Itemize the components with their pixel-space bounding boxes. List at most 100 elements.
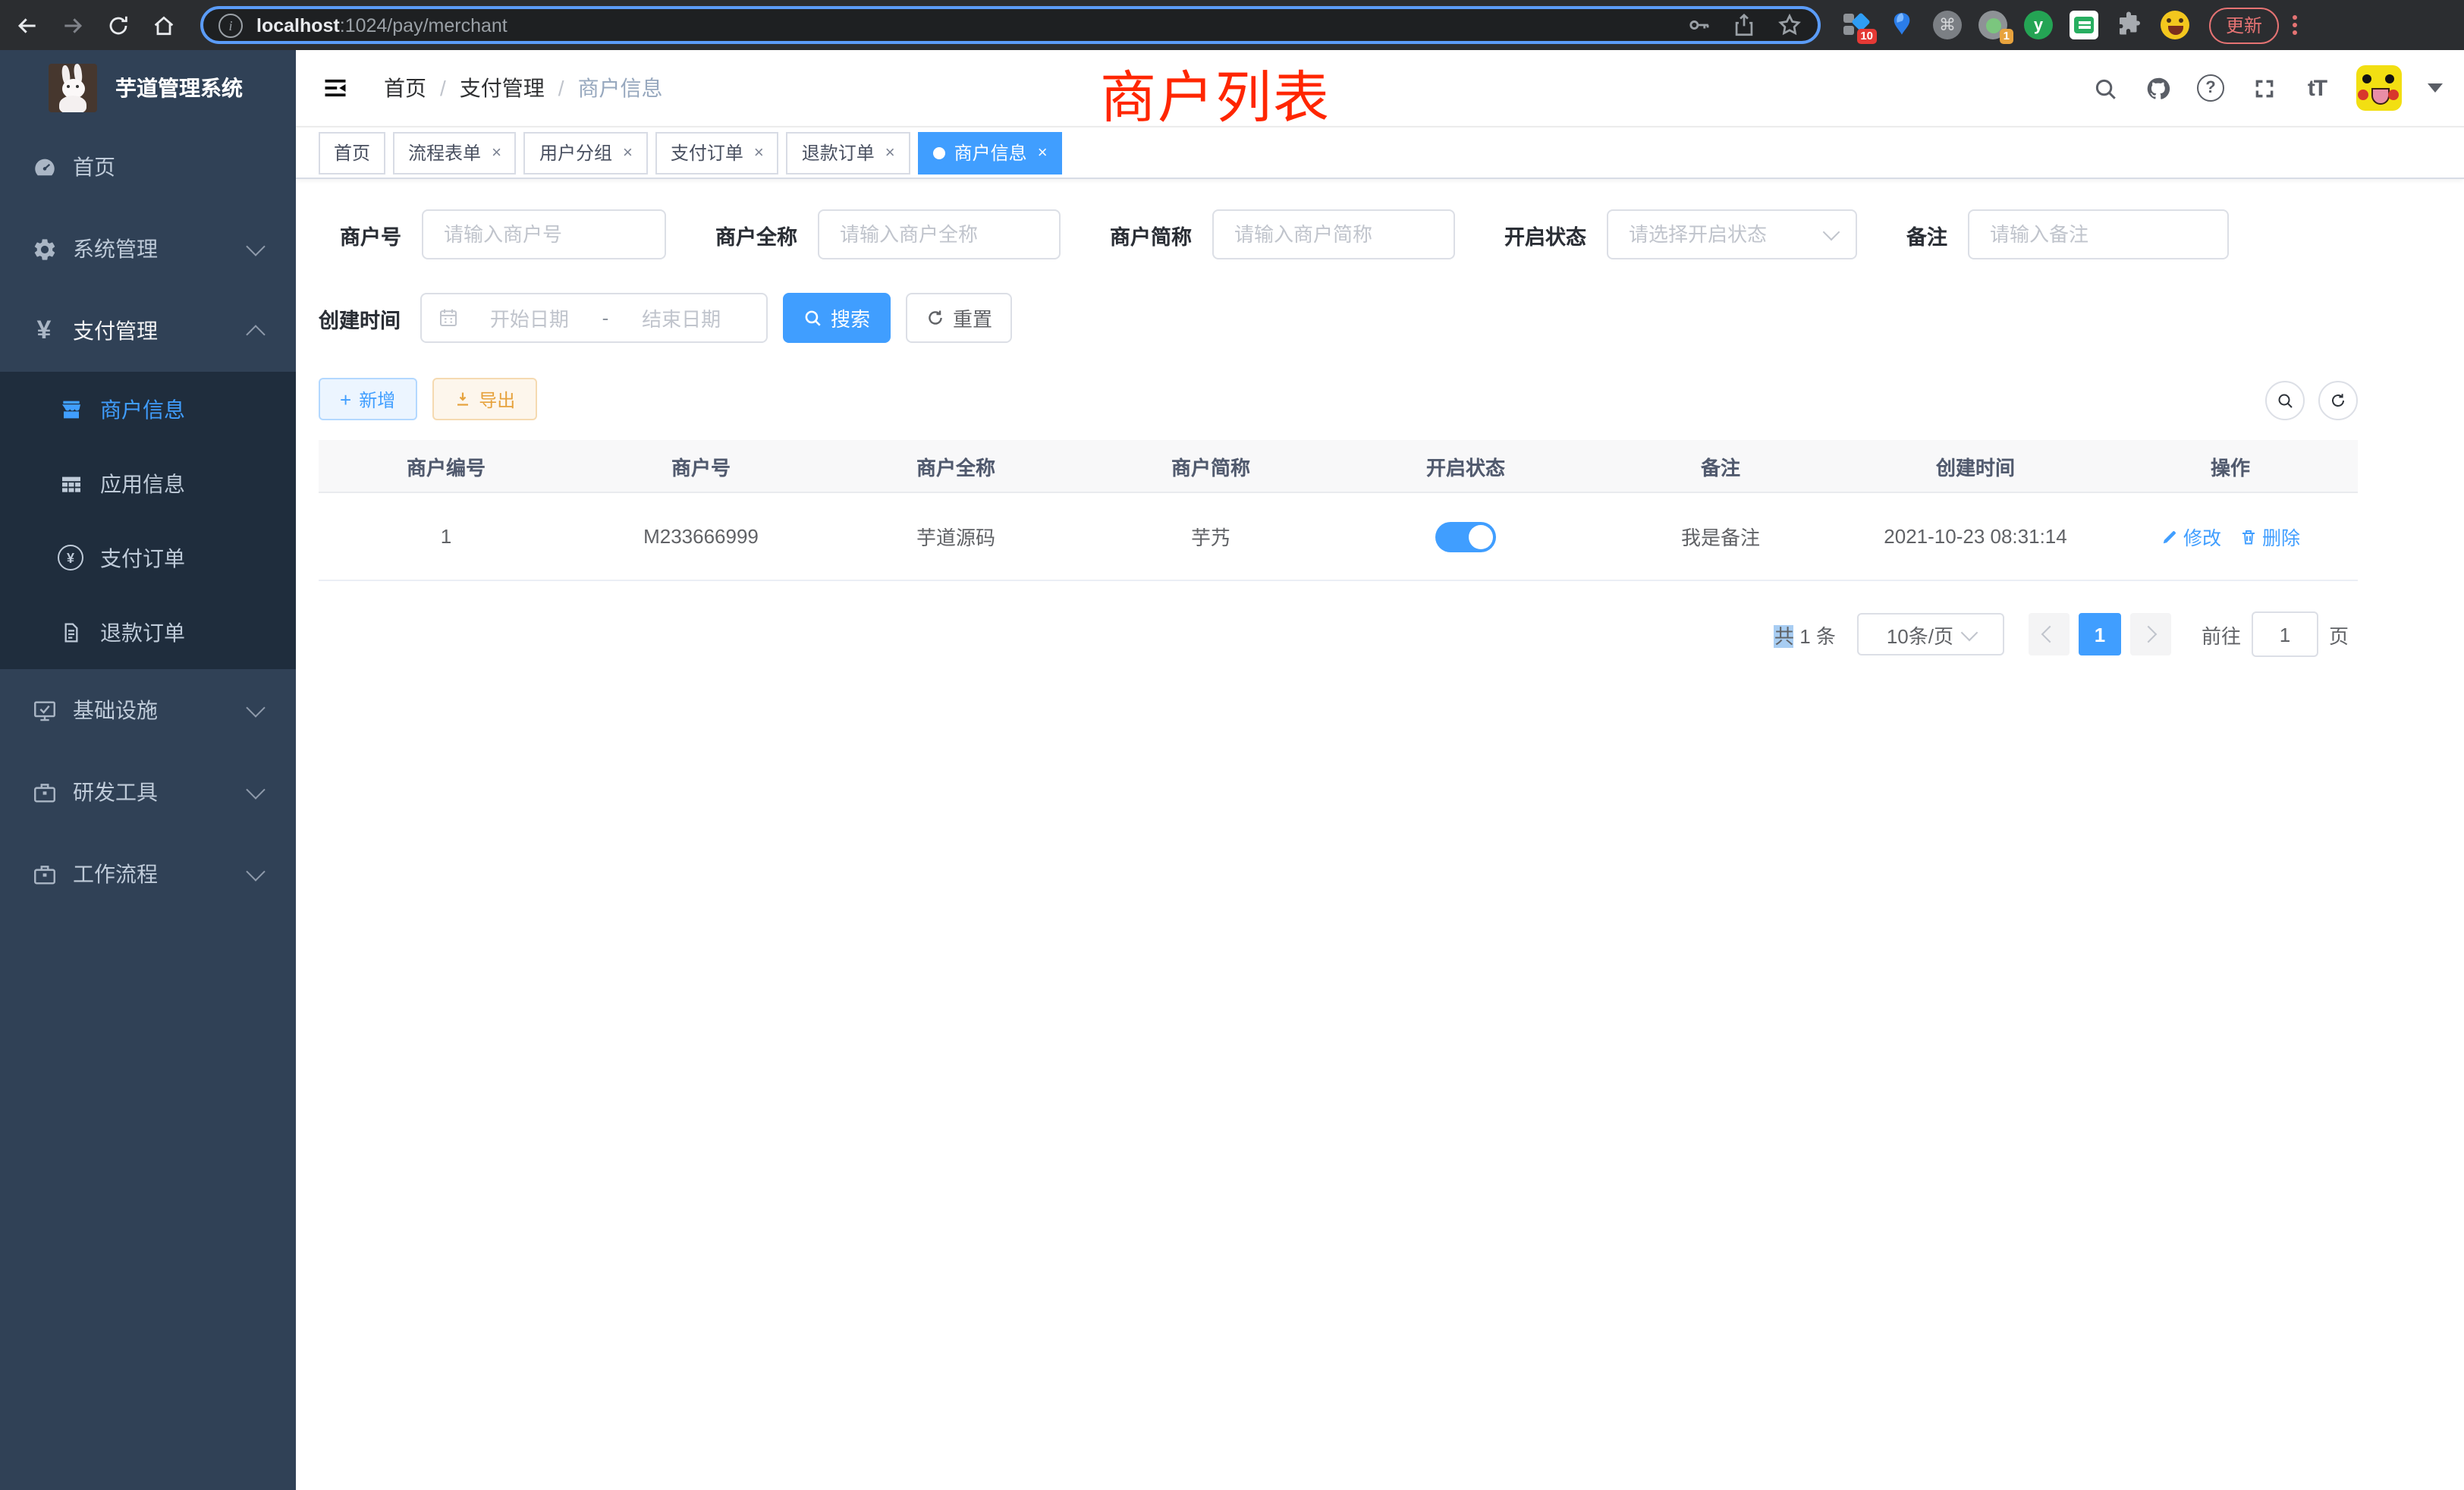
github-icon[interactable] <box>2144 74 2171 102</box>
site-info-icon[interactable]: i <box>218 13 243 37</box>
tab-refund-order[interactable]: 退款订单 × <box>787 131 910 174</box>
browser-back-button[interactable] <box>9 7 46 43</box>
sidebar-item-workflow[interactable]: 工作流程 <box>0 833 296 915</box>
add-button[interactable]: + 新增 <box>319 378 416 420</box>
short-name-field[interactable] <box>1212 209 1454 259</box>
end-date-placeholder[interactable]: 结束日期 <box>611 303 751 332</box>
sidebar-item-refund-order[interactable]: 退款订单 <box>0 595 296 669</box>
full-name-input[interactable] <box>837 222 1040 247</box>
browser-forward-button[interactable] <box>55 7 91 43</box>
sidebar-item-label: 支付订单 <box>100 542 185 573</box>
search-button-label: 搜索 <box>831 303 870 332</box>
full-name-field[interactable] <box>817 209 1060 259</box>
browser-home-button[interactable] <box>146 7 182 43</box>
chevron-right-icon <box>2141 626 2158 643</box>
close-icon[interactable]: × <box>885 143 895 162</box>
page-number-1[interactable]: 1 <box>2079 613 2121 655</box>
delete-link[interactable]: 删除 <box>2239 522 2300 551</box>
short-name-input[interactable] <box>1231 222 1435 247</box>
profile-emoji-avatar[interactable] <box>2161 11 2189 39</box>
extension-gem-icon[interactable] <box>1887 11 1916 39</box>
merchant-no-input[interactable] <box>441 222 646 247</box>
sidebar-item-infra[interactable]: 基础设施 <box>0 669 296 751</box>
url-bar[interactable]: i localhost:1024/pay/merchant <box>200 6 1821 44</box>
sidebar-item-merchant-info[interactable]: 商户信息 <box>0 372 296 446</box>
extension-badge-orange: 1 <box>2000 29 2013 44</box>
sidebar-logo[interactable]: 芋道管理系统 <box>0 50 296 126</box>
status-select[interactable] <box>1606 209 1856 259</box>
sidebar-item-home[interactable]: 首页 <box>0 126 296 208</box>
user-avatar[interactable] <box>2356 65 2402 111</box>
create-time-range-picker[interactable]: 开始日期 - 结束日期 <box>420 293 768 343</box>
tab-label: 支付订单 <box>671 140 743 165</box>
tab-pay-order[interactable]: 支付订单 × <box>655 131 779 174</box>
goto-page-input[interactable] <box>2252 611 2318 657</box>
sidebar-item-app-info[interactable]: 应用信息 <box>0 446 296 520</box>
next-page-button[interactable] <box>2130 613 2171 655</box>
sidebar-item-devtools[interactable]: 研发工具 <box>0 751 296 833</box>
extension-bars-glyph <box>1843 14 1854 36</box>
browser-menu-icon[interactable] <box>2293 14 2297 36</box>
extensions-puzzle-icon[interactable] <box>2115 11 2144 39</box>
remark-input[interactable] <box>1987 222 2208 247</box>
date-separator: - <box>602 306 609 329</box>
prev-page-button[interactable] <box>2029 613 2070 655</box>
close-icon[interactable]: × <box>623 143 633 162</box>
top-navbar: 首页 / 支付管理 / 商户信息 商户列表 ? t <box>296 50 2464 127</box>
extension-recorder-icon[interactable]: 1 <box>1978 11 2007 39</box>
tab-user-group[interactable]: 用户分组 × <box>524 131 648 174</box>
col-header-short-name: 商户简称 <box>1083 451 1338 480</box>
status-toggle[interactable] <box>1435 521 1496 552</box>
reset-button[interactable]: 重置 <box>906 293 1012 343</box>
help-icon[interactable]: ? <box>2197 74 2224 102</box>
tab-merchant-info[interactable]: 商户信息 × <box>918 131 1063 174</box>
breadcrumb-pay[interactable]: 支付管理 <box>460 73 545 103</box>
share-icon[interactable] <box>1731 12 1757 38</box>
screen: i localhost:1024/pay/merchant 10 ⌘ <box>0 0 2464 1490</box>
total-prefix: 共 <box>1774 624 1794 647</box>
edit-link[interactable]: 修改 <box>2161 522 2221 551</box>
chevron-down-icon <box>246 780 265 799</box>
breadcrumb-home[interactable]: 首页 <box>384 73 426 103</box>
gear-icon <box>30 235 58 262</box>
col-header-remark: 备注 <box>1593 451 1848 480</box>
url-text[interactable]: localhost:1024/pay/merchant <box>256 14 1666 36</box>
sidebar-item-label: 基础设施 <box>73 695 158 725</box>
start-date-placeholder[interactable]: 开始日期 <box>460 303 599 332</box>
refresh-button[interactable] <box>2318 381 2358 420</box>
sidebar-item-pay-order[interactable]: ¥ 支付订单 <box>0 520 296 595</box>
export-button[interactable]: 导出 <box>432 378 536 420</box>
search-button[interactable]: 搜索 <box>783 293 891 343</box>
close-icon[interactable]: × <box>754 143 764 162</box>
document-icon <box>58 619 83 645</box>
browser-update-button[interactable]: 更新 <box>2209 7 2279 43</box>
cell-merchant-no: M233666999 <box>574 525 828 548</box>
tab-process-form[interactable]: 流程表单 × <box>393 131 517 174</box>
tab-home[interactable]: 首页 <box>319 131 385 174</box>
extension-chat-icon[interactable] <box>2070 11 2098 39</box>
extension-y-icon[interactable]: y <box>2024 11 2053 39</box>
sidebar-collapse-icon[interactable] <box>322 74 349 102</box>
extension-sidebar-icon[interactable]: 10 <box>1842 11 1871 39</box>
close-icon[interactable]: × <box>1038 143 1048 162</box>
sidebar-item-pay[interactable]: ¥ 支付管理 <box>0 290 296 372</box>
avatar-caret-icon[interactable] <box>2428 83 2443 93</box>
page-size-select[interactable]: 10条/页 <box>1857 613 2004 655</box>
status-select-input[interactable] <box>1626 222 1815 247</box>
col-header-status: 开启状态 <box>1338 451 1593 480</box>
extensions-bar: 10 ⌘ 1 y <box>1842 11 2189 39</box>
browser-reload-button[interactable] <box>100 7 137 43</box>
sidebar-item-system[interactable]: 系统管理 <box>0 208 296 290</box>
logo-avatar <box>49 64 97 112</box>
fullscreen-icon[interactable] <box>2250 74 2277 102</box>
font-size-icon[interactable]: tT <box>2303 74 2330 102</box>
password-key-icon[interactable] <box>1686 12 1711 38</box>
extension-command-icon[interactable]: ⌘ <box>1933 11 1962 39</box>
hide-search-button[interactable] <box>2265 381 2305 420</box>
bookmark-star-icon[interactable] <box>1777 12 1802 38</box>
close-icon[interactable]: × <box>492 143 501 162</box>
breadcrumb-current: 商户信息 <box>578 73 663 103</box>
search-icon[interactable] <box>2091 74 2118 102</box>
remark-field[interactable] <box>1967 209 2228 259</box>
merchant-no-field[interactable] <box>421 209 665 259</box>
